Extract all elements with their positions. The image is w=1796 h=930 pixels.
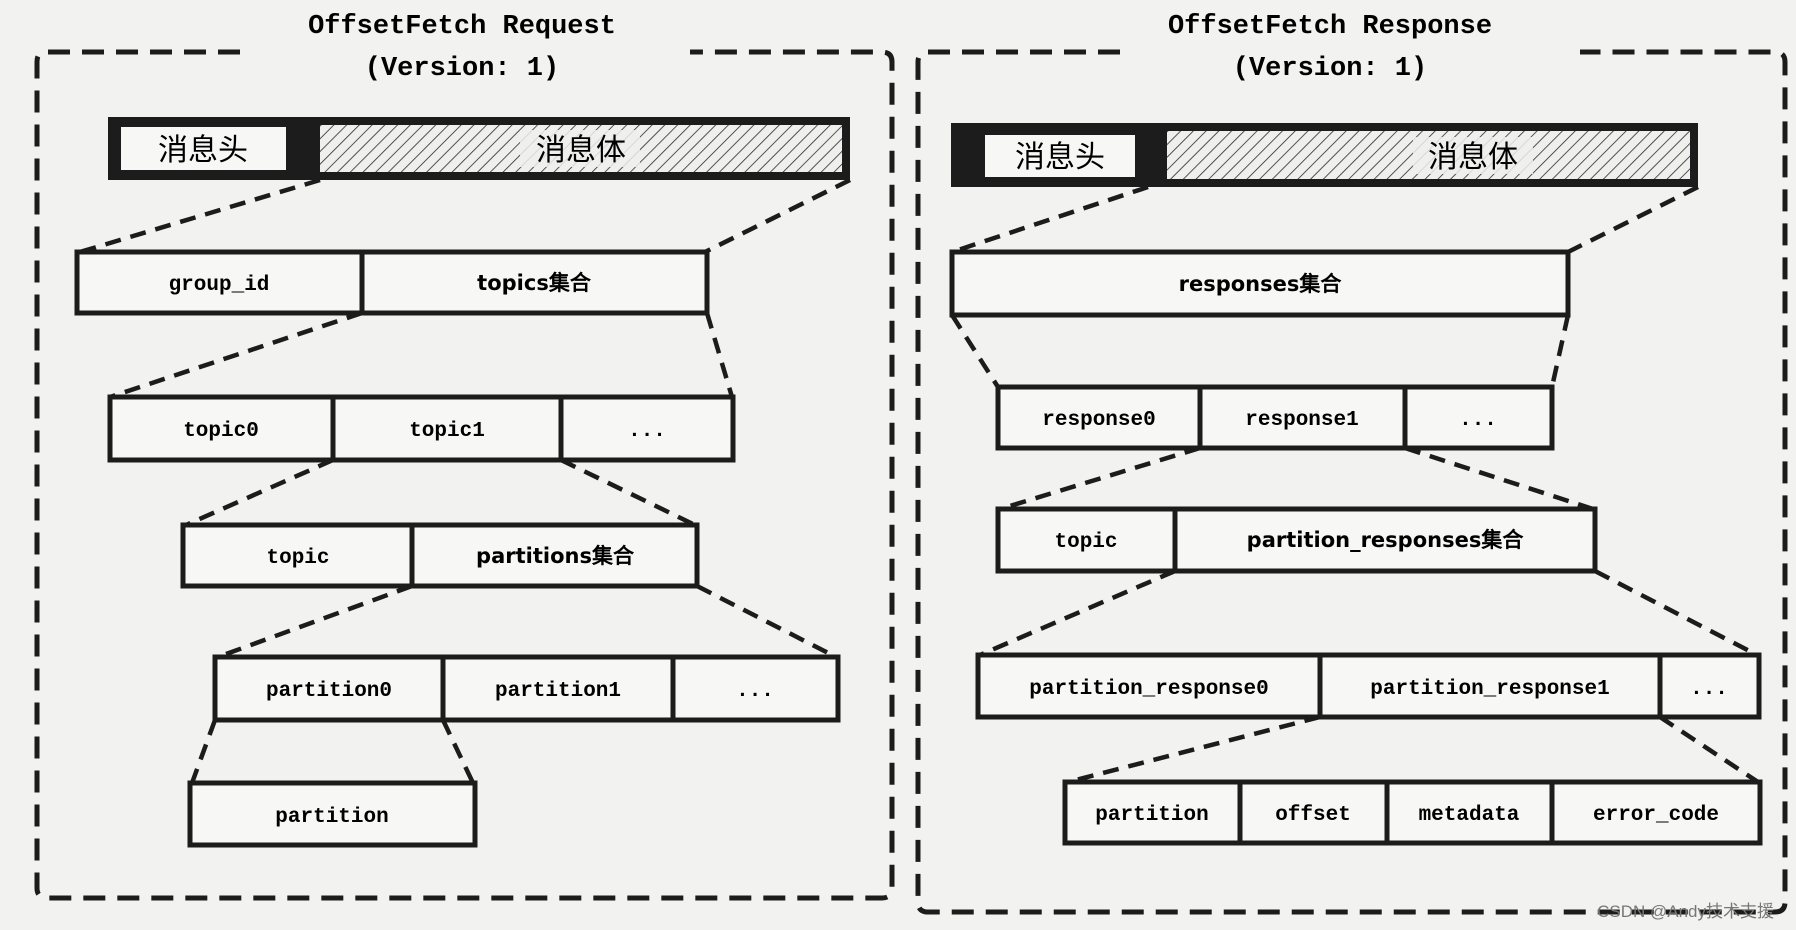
field-topics-collection: topics集合 <box>477 271 592 295</box>
request-message-bar: 消息头 消息体 <box>108 117 850 180</box>
response-level1-row: responses集合 <box>949 249 1571 318</box>
field-partition: partition <box>275 806 388 829</box>
field-topic: topic <box>1054 531 1117 554</box>
field-ellipsis: ... <box>1459 409 1497 432</box>
field-ellipsis: ... <box>628 420 666 443</box>
field-ellipsis: ... <box>736 680 774 703</box>
request-title: OffsetFetch Request <box>308 12 616 42</box>
request-level1-row: group_id topics集合 <box>74 249 710 316</box>
field-partition1: partition1 <box>495 680 621 703</box>
response-title: OffsetFetch Response <box>1168 12 1492 42</box>
request-body-label: 消息体 <box>536 133 626 168</box>
field-partition0: partition0 <box>266 680 392 703</box>
field-partition-responses-collection: partition_responses集合 <box>1247 528 1525 552</box>
request-header-label: 消息头 <box>158 133 248 168</box>
response-level2-row: response0 response1 ... <box>995 384 1555 451</box>
field-topic: topic <box>266 547 329 570</box>
field-responses-collection: responses集合 <box>1179 272 1343 296</box>
request-level3-row: topic partitions集合 <box>180 522 700 589</box>
response-body-label: 消息体 <box>1428 140 1518 175</box>
request-panel: OffsetFetch Request (Version: 1) 消息头 消息体 <box>34 12 895 901</box>
field-topic0: topic0 <box>183 420 259 443</box>
request-level4-row: partition0 partition1 ... <box>212 654 841 723</box>
offsetfetch-diagram: OffsetFetch Request (Version: 1) 消息头 消息体 <box>34 12 1788 921</box>
field-ellipsis: ... <box>1690 678 1728 701</box>
field-group-id: group_id <box>169 274 270 297</box>
request-level2-row: topic0 topic1 ... <box>107 394 736 463</box>
request-level5-row: partition <box>187 780 478 848</box>
field-response1: response1 <box>1245 409 1358 432</box>
response-header-label: 消息头 <box>1015 140 1105 175</box>
field-metadata: metadata <box>1419 804 1520 827</box>
field-partition: partition <box>1095 804 1208 827</box>
response-message-bar: 消息头 消息体 <box>951 123 1698 187</box>
response-panel: OffsetFetch Response (Version: 1) 消息头 消息… <box>915 12 1788 915</box>
response-version: (Version: 1) <box>1233 54 1427 84</box>
field-topic1: topic1 <box>409 420 485 443</box>
response-level3-row: topic partition_responses集合 <box>995 506 1598 574</box>
response-level4-row: partition_response0 partition_response1 … <box>975 652 1762 720</box>
field-response0: response0 <box>1042 409 1155 432</box>
request-version: (Version: 1) <box>365 54 559 84</box>
field-error-code: error_code <box>1593 804 1719 827</box>
field-partition-response0: partition_response0 <box>1029 678 1268 701</box>
response-level5-row: partition offset metadata error_code <box>1062 779 1763 846</box>
watermark: CSDN @Andy技术支援 <box>1597 902 1774 921</box>
field-offset: offset <box>1275 804 1351 827</box>
field-partitions-collection: partitions集合 <box>476 544 635 568</box>
field-partition-response1: partition_response1 <box>1370 678 1609 701</box>
